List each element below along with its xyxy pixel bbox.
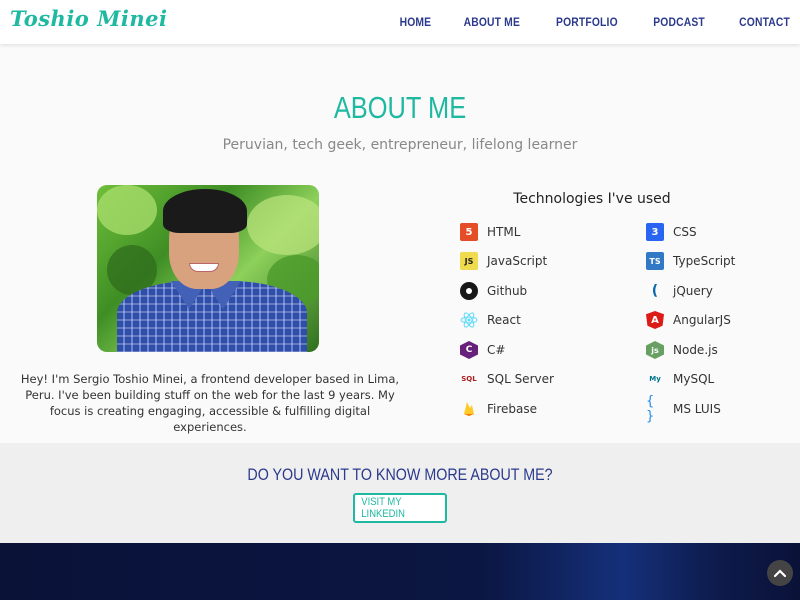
css3-icon: 3 bbox=[646, 223, 664, 241]
bio-text: Hey! I'm Sergio Toshio Minei, a frontend… bbox=[20, 372, 400, 434]
brand-logo[interactable]: Toshio Minei bbox=[10, 6, 167, 31]
scroll-to-top-button[interactable] bbox=[767, 560, 793, 586]
tech-item-sqlserver: SQL SQL Server bbox=[460, 369, 554, 389]
mysql-icon: My bbox=[649, 375, 661, 383]
cta-title: DO YOU WANT TO KNOW MORE ABOUT ME? bbox=[247, 465, 553, 484]
tech-label: MS LUIS bbox=[673, 402, 721, 416]
tech-item-firebase: Firebase bbox=[460, 399, 537, 419]
tech-item-angularjs: A AngularJS bbox=[646, 310, 731, 330]
tech-label: jQuery bbox=[673, 284, 713, 298]
angular-icon: A bbox=[646, 311, 664, 329]
nav-link-portfolio[interactable]: PORTFOLIO bbox=[556, 15, 618, 29]
javascript-icon: JS bbox=[460, 252, 478, 270]
tech-item-csharp: C C# bbox=[460, 340, 505, 360]
tech-label: HTML bbox=[487, 225, 521, 239]
tech-item-javascript: JS JavaScript bbox=[460, 251, 547, 271]
tech-label: Firebase bbox=[487, 402, 538, 416]
tech-item-mysql: My MySQL bbox=[646, 369, 714, 389]
nav-link-about-me[interactable]: ABOUT ME bbox=[464, 15, 520, 29]
tech-label: CSS bbox=[673, 225, 697, 239]
tech-label: C# bbox=[487, 343, 506, 357]
footer-band bbox=[0, 543, 800, 600]
tech-item-nodejs: js Node.js bbox=[646, 340, 718, 360]
react-icon bbox=[460, 311, 478, 329]
nav-link-home[interactable]: HOME bbox=[399, 15, 431, 29]
linkedin-button[interactable]: VISIT MY LINKEDIN bbox=[353, 493, 447, 523]
braces-icon: { } bbox=[646, 394, 655, 424]
firebase-icon bbox=[460, 400, 478, 418]
github-icon bbox=[460, 282, 478, 300]
html5-icon: 5 bbox=[460, 223, 478, 241]
profile-photo bbox=[97, 185, 319, 352]
tech-item-jquery: ( jQuery bbox=[646, 281, 713, 301]
tech-label: SQL Server bbox=[487, 372, 554, 386]
linkedin-button-label: VISIT MY LINKEDIN bbox=[361, 496, 405, 520]
about-subtitle: Peruvian, tech geek, entrepreneur, lifel… bbox=[222, 137, 578, 153]
cta-section: DO YOU WANT TO KNOW MORE ABOUT ME? VISIT… bbox=[0, 443, 800, 543]
sqlserver-icon: SQL bbox=[461, 375, 477, 383]
technologies-title: Technologies I've used bbox=[513, 191, 671, 207]
csharp-icon: C bbox=[460, 341, 478, 359]
tech-item-react: React bbox=[460, 310, 521, 330]
tech-label: AngularJS bbox=[673, 313, 731, 327]
nodejs-icon: js bbox=[646, 341, 664, 359]
nav-link-contact[interactable]: CONTACT bbox=[739, 15, 790, 29]
tech-label: TypeScript bbox=[673, 254, 736, 268]
tech-item-typescript: TS TypeScript bbox=[646, 251, 735, 271]
tech-item-msluis: { } MS LUIS bbox=[646, 394, 721, 424]
about-title: ABOUT ME bbox=[333, 90, 467, 125]
tech-label: Node.js bbox=[673, 343, 718, 357]
jquery-icon: ( bbox=[651, 283, 659, 299]
tech-label: MySQL bbox=[673, 372, 715, 386]
nav-links: HOME ABOUT ME PORTFOLIO PODCAST CONTACT bbox=[371, 0, 800, 44]
navbar: Toshio Minei HOME ABOUT ME PORTFOLIO POD… bbox=[0, 0, 800, 44]
tech-label: React bbox=[487, 313, 521, 327]
about-section: ABOUT ME Peruvian, tech geek, entreprene… bbox=[0, 44, 800, 443]
tech-item-html: 5 HTML bbox=[460, 222, 520, 242]
typescript-icon: TS bbox=[646, 252, 664, 270]
tech-item-github: Github bbox=[460, 281, 527, 301]
tech-label: JavaScript bbox=[487, 254, 548, 268]
tech-label: Github bbox=[487, 284, 528, 298]
chevron-up-icon bbox=[774, 569, 786, 578]
tech-item-css: 3 CSS bbox=[646, 222, 697, 242]
nav-link-podcast[interactable]: PODCAST bbox=[653, 15, 705, 29]
